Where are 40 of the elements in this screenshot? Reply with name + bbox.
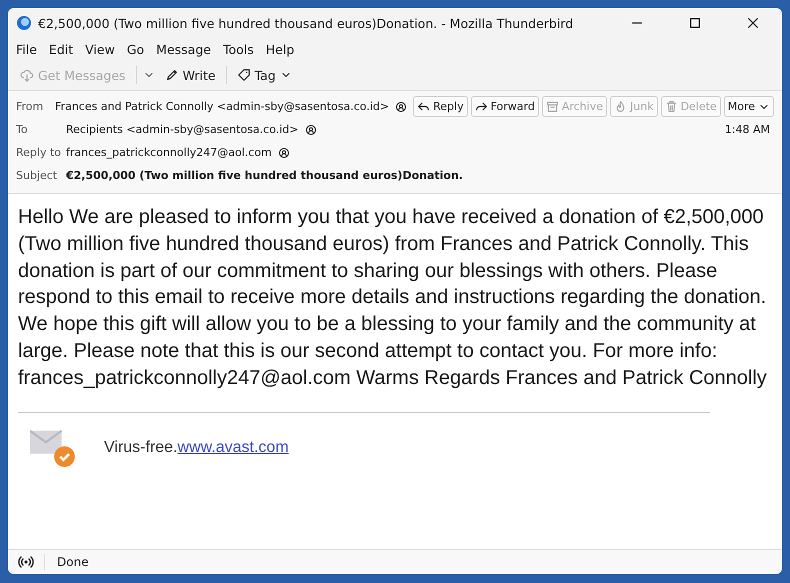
menu-item[interactable]: Message [156, 42, 211, 56]
menu-item[interactable]: Edit [48, 42, 74, 56]
menu-item[interactable]: File [16, 42, 37, 56]
field-value: frances_patrickconnolly247@aol.com [66, 146, 272, 159]
field-value: Frances and Patrick Connolly <admin-sby@sasentosa.co.id> [55, 100, 390, 113]
window-title: €2,500,000 (Two million five hundred thousand euros)Donation. - Mozilla Thunderbird [38, 16, 574, 30]
forward-arrow-icon [474, 100, 488, 113]
close-icon[interactable] [746, 16, 760, 30]
forward-button[interactable]: Forward [470, 96, 539, 117]
reply-button[interactable]: Reply [413, 96, 468, 117]
flame-icon [614, 100, 627, 113]
menu-item[interactable]: Help [266, 42, 294, 56]
field-label: Subject [16, 169, 58, 182]
archive-box-icon [546, 100, 559, 113]
contact-icon[interactable] [395, 100, 408, 112]
trash-icon [664, 100, 678, 113]
field-value: €2,500,000 (Two million five hundred thousand euros)Donation. [66, 169, 463, 182]
maximize-icon[interactable] [688, 16, 702, 30]
write-button[interactable]: Write [160, 66, 220, 84]
pencil-icon [164, 68, 179, 82]
signature-text: Virus-free.www.avast.com [104, 438, 289, 457]
reply-arrow-icon [417, 100, 430, 113]
app-logo-icon [16, 15, 32, 31]
menu-item[interactable]: Tools [222, 42, 254, 56]
avast-link[interactable]: www.avast.com [178, 438, 289, 456]
tag-button[interactable]: Tag [232, 66, 296, 84]
field-label: To [16, 123, 29, 136]
message-time: 1:48 AM [724, 123, 771, 136]
menu-item[interactable]: Go [126, 42, 144, 56]
field-label: Reply to [16, 146, 60, 159]
contact-icon[interactable] [304, 124, 317, 136]
message-text: Hello We are pleased to inform you that you have received a donation of €2,500,000 (Two million five hundred thousand euros) from Frances and Patrick Connolly. This donation is part of our commitment to sharing our blessings with others. Please respond to this email to receive more details and instructions regarding the donation. We hope this gift will allow you to be a blessing to your family and the community at large. Please note that this is our second attempt to contact you. For more info: frances_patrickconnolly247@aol.com Warms Regards Frances and Patrick Connolly [18, 205, 768, 391]
menu-item[interactable]: View [85, 42, 115, 56]
field-label: From [16, 100, 44, 113]
more-button[interactable]: More [724, 96, 774, 117]
field-value: Recipients <admin-sby@sasentosa.co.id> [66, 123, 299, 136]
status-text: Done [56, 555, 89, 569]
tag-icon [236, 68, 251, 82]
contact-icon[interactable] [278, 146, 290, 158]
cloud-icon [20, 68, 34, 82]
